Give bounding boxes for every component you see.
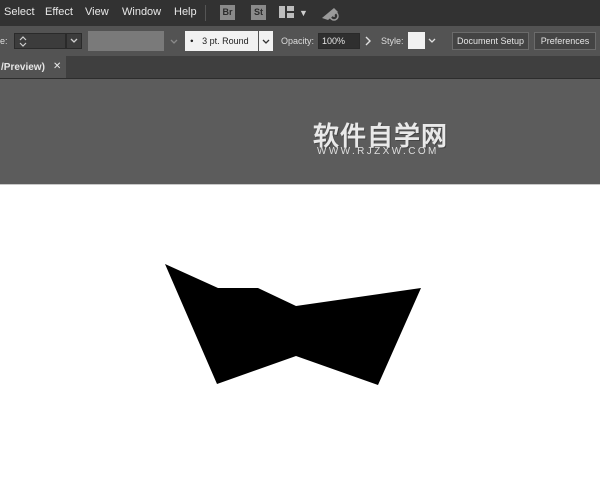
menu-bar: Select Effect View Window Help Br St ▼ bbox=[0, 0, 600, 26]
menu-select[interactable]: Select bbox=[4, 6, 35, 18]
chevron-down-icon bbox=[262, 39, 270, 44]
document-tab-title: /Preview) bbox=[1, 62, 45, 73]
watermark-url: WWW.RJZXW.COM bbox=[317, 146, 439, 157]
menu-view[interactable]: View bbox=[85, 6, 109, 18]
stock-icon[interactable]: St bbox=[251, 5, 266, 20]
chevron-down-icon bbox=[428, 38, 436, 43]
bridge-icon[interactable]: Br bbox=[220, 5, 235, 20]
chevron-down-icon[interactable]: ▼ bbox=[299, 8, 308, 18]
menu-help[interactable]: Help bbox=[174, 6, 197, 18]
pasteboard bbox=[0, 79, 600, 184]
profile-dropdown[interactable] bbox=[166, 31, 182, 51]
document-setup-button[interactable]: Document Setup bbox=[452, 32, 529, 50]
brush-definition-value: 3 pt. Round bbox=[202, 36, 249, 46]
bowtie-shape[interactable] bbox=[165, 264, 421, 385]
menu-effect[interactable]: Effect bbox=[45, 6, 73, 18]
chevron-right-icon bbox=[365, 36, 371, 46]
preferences-button[interactable]: Preferences bbox=[534, 32, 596, 50]
brush-dropdown[interactable] bbox=[259, 31, 273, 51]
brush-definition-field[interactable]: ● 3 pt. Round bbox=[185, 31, 258, 51]
menu-divider bbox=[205, 5, 206, 21]
workspace-layout-icon[interactable] bbox=[279, 6, 294, 18]
style-label: Style: bbox=[381, 36, 404, 46]
brush-dot-icon: ● bbox=[190, 38, 194, 45]
document-tab[interactable]: /Preview) ✕ bbox=[0, 56, 66, 78]
gpu-performance-icon[interactable] bbox=[320, 4, 342, 22]
style-dropdown[interactable] bbox=[426, 32, 438, 49]
variable-width-profile[interactable] bbox=[88, 31, 164, 51]
stepper-icon[interactable] bbox=[17, 34, 29, 48]
menu-window[interactable]: Window bbox=[122, 6, 161, 18]
stroke-weight-field[interactable] bbox=[14, 33, 66, 49]
document-tab-bar: /Preview) ✕ bbox=[0, 56, 600, 79]
opacity-label: Opacity: bbox=[281, 36, 315, 46]
graphic-style-swatch[interactable] bbox=[408, 32, 425, 49]
chevron-down-icon bbox=[170, 39, 178, 44]
control-bar: e: ● 3 pt. Round Opacity: 100% Style: Do… bbox=[0, 26, 600, 56]
stroke-weight-dropdown[interactable] bbox=[66, 33, 82, 49]
opacity-expand[interactable] bbox=[362, 33, 374, 49]
opacity-field[interactable]: 100% bbox=[318, 33, 360, 49]
stroke-label: e: bbox=[0, 36, 8, 46]
chevron-down-icon bbox=[70, 38, 78, 43]
close-icon[interactable]: ✕ bbox=[53, 61, 61, 72]
artboard[interactable] bbox=[0, 185, 600, 484]
